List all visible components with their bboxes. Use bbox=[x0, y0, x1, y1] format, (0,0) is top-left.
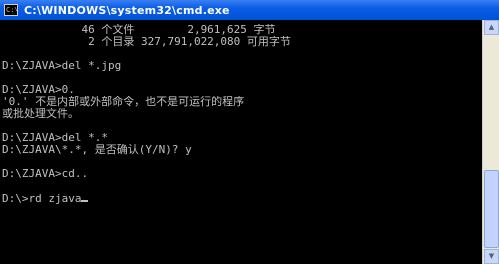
console-line: 46 个文件 2,961,625 字节 bbox=[2, 24, 276, 36]
console-line: '0.' 不是内部或外部命令，也不是可运行的程序 bbox=[2, 96, 245, 108]
cmd-icon[interactable]: C:\ bbox=[4, 4, 18, 16]
console-prompt-line[interactable]: D:\>rd zjava bbox=[2, 192, 482, 204]
console-line: D:\ZJAVA>0. bbox=[2, 84, 75, 96]
vertical-scrollbar[interactable]: ▲ ▼ bbox=[482, 20, 499, 264]
console-line: D:\ZJAVA>cd.. bbox=[2, 168, 89, 180]
scroll-up-arrow-icon[interactable]: ▲ bbox=[484, 20, 499, 35]
scroll-down-arrow-icon[interactable]: ▼ bbox=[484, 249, 499, 264]
window-title: C:\WINDOWS\system32\cmd.exe bbox=[24, 3, 230, 17]
console-output[interactable]: 46 个文件 2,961,625 字节 2 个目录 327,791,022,08… bbox=[0, 20, 482, 264]
cmd-window: C:\ C:\WINDOWS\system32\cmd.exe 46 个文件 2… bbox=[0, 0, 499, 264]
current-command: D:\>rd zjava bbox=[2, 192, 82, 205]
console-line: 或批处理文件。 bbox=[2, 108, 79, 120]
console-line: D:\ZJAVA\*.*, 是否确认(Y/N)? y bbox=[2, 144, 192, 156]
console-line: D:\ZJAVA>del *.jpg bbox=[2, 60, 122, 72]
title-bar[interactable]: C:\ C:\WINDOWS\system32\cmd.exe bbox=[0, 0, 499, 20]
scroll-thumb[interactable] bbox=[484, 170, 499, 248]
text-cursor bbox=[81, 192, 89, 202]
console-line: 2 个目录 327,791,022,080 可用字节 bbox=[2, 36, 291, 48]
console-line: D:\ZJAVA>del *.* bbox=[2, 132, 108, 144]
